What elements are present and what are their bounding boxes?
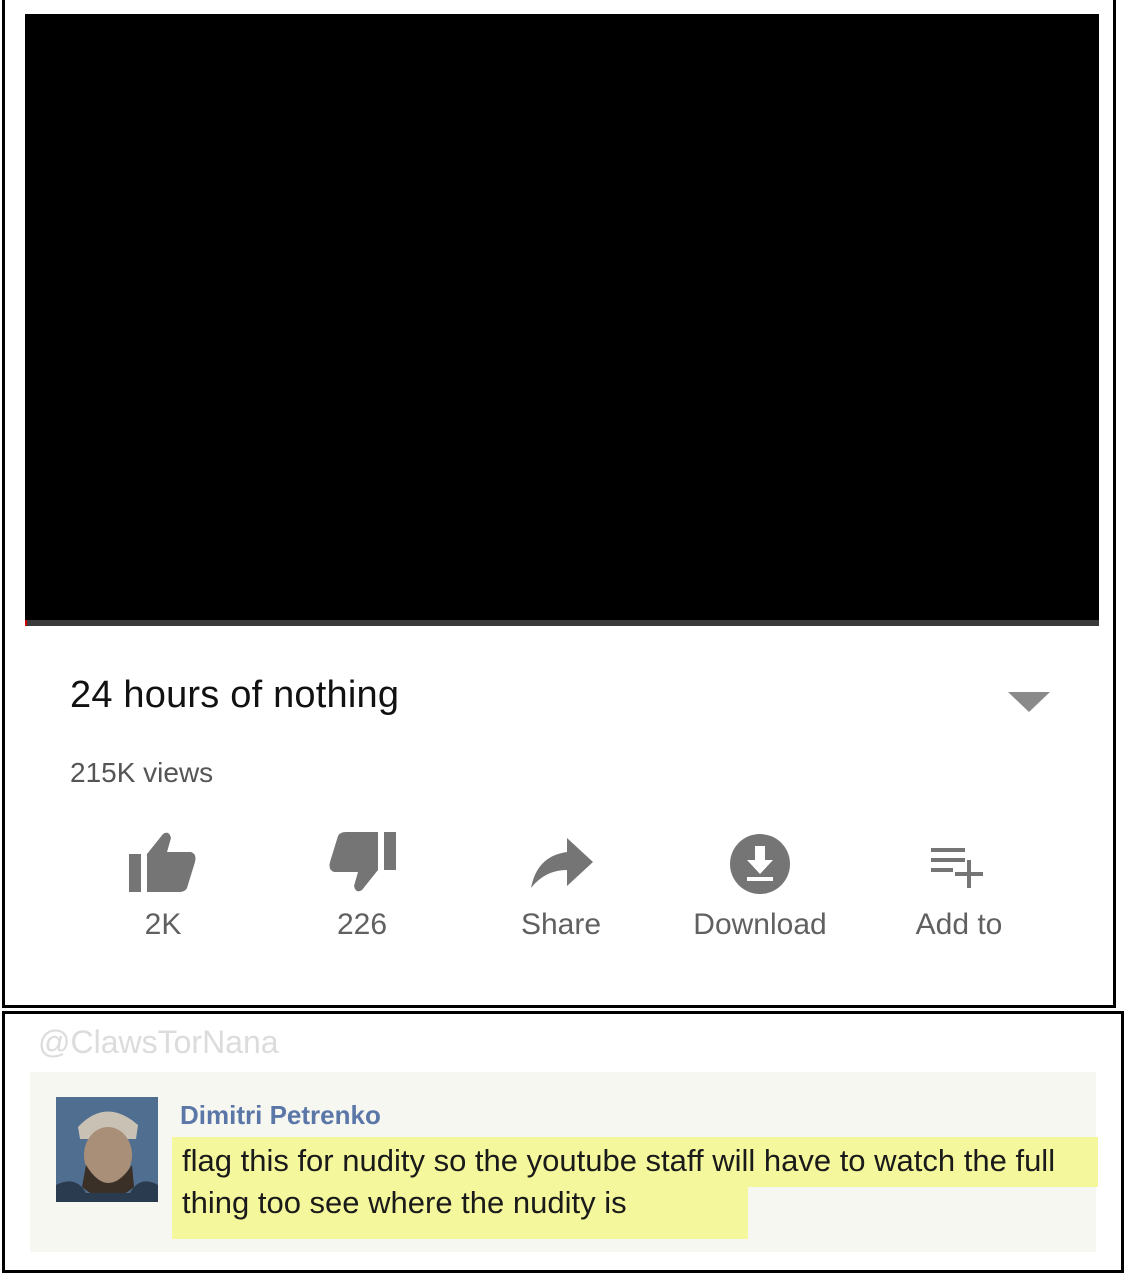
add-to-playlist-button[interactable]: Add to xyxy=(869,830,1049,942)
watermark: @ClawsTorNana xyxy=(38,1024,279,1060)
share-arrow-icon xyxy=(531,838,593,888)
video-title: 24 hours of nothing xyxy=(70,674,400,716)
share-label: Share xyxy=(520,908,602,941)
download-button[interactable]: Download xyxy=(670,830,850,942)
download-label: Download xyxy=(693,908,827,941)
chevron-down-icon[interactable] xyxy=(1008,692,1050,712)
video-progress-fill xyxy=(25,620,28,626)
view-count: 215K views xyxy=(70,757,214,788)
thumbs-up-icon xyxy=(129,832,196,892)
like-count: 2K xyxy=(144,908,182,941)
download-icon xyxy=(730,834,790,894)
dislike-button[interactable]: 226 xyxy=(272,830,452,942)
add-to-label: Add to xyxy=(915,908,1003,941)
like-button[interactable]: 2K xyxy=(73,830,253,942)
avatar[interactable] xyxy=(56,1097,158,1202)
user-avatar-image xyxy=(56,1097,158,1202)
video-progress-bar[interactable] xyxy=(25,620,1099,626)
dislike-count: 226 xyxy=(336,908,388,941)
video-player[interactable] xyxy=(25,14,1099,624)
playlist-add-icon xyxy=(931,848,983,888)
share-button[interactable]: Share xyxy=(471,830,651,942)
thumbs-down-icon xyxy=(329,832,396,892)
comment-text: flag this for nudity so the youtube staf… xyxy=(182,1143,1056,1220)
comment-author[interactable]: Dimitri Petrenko xyxy=(180,1100,381,1131)
